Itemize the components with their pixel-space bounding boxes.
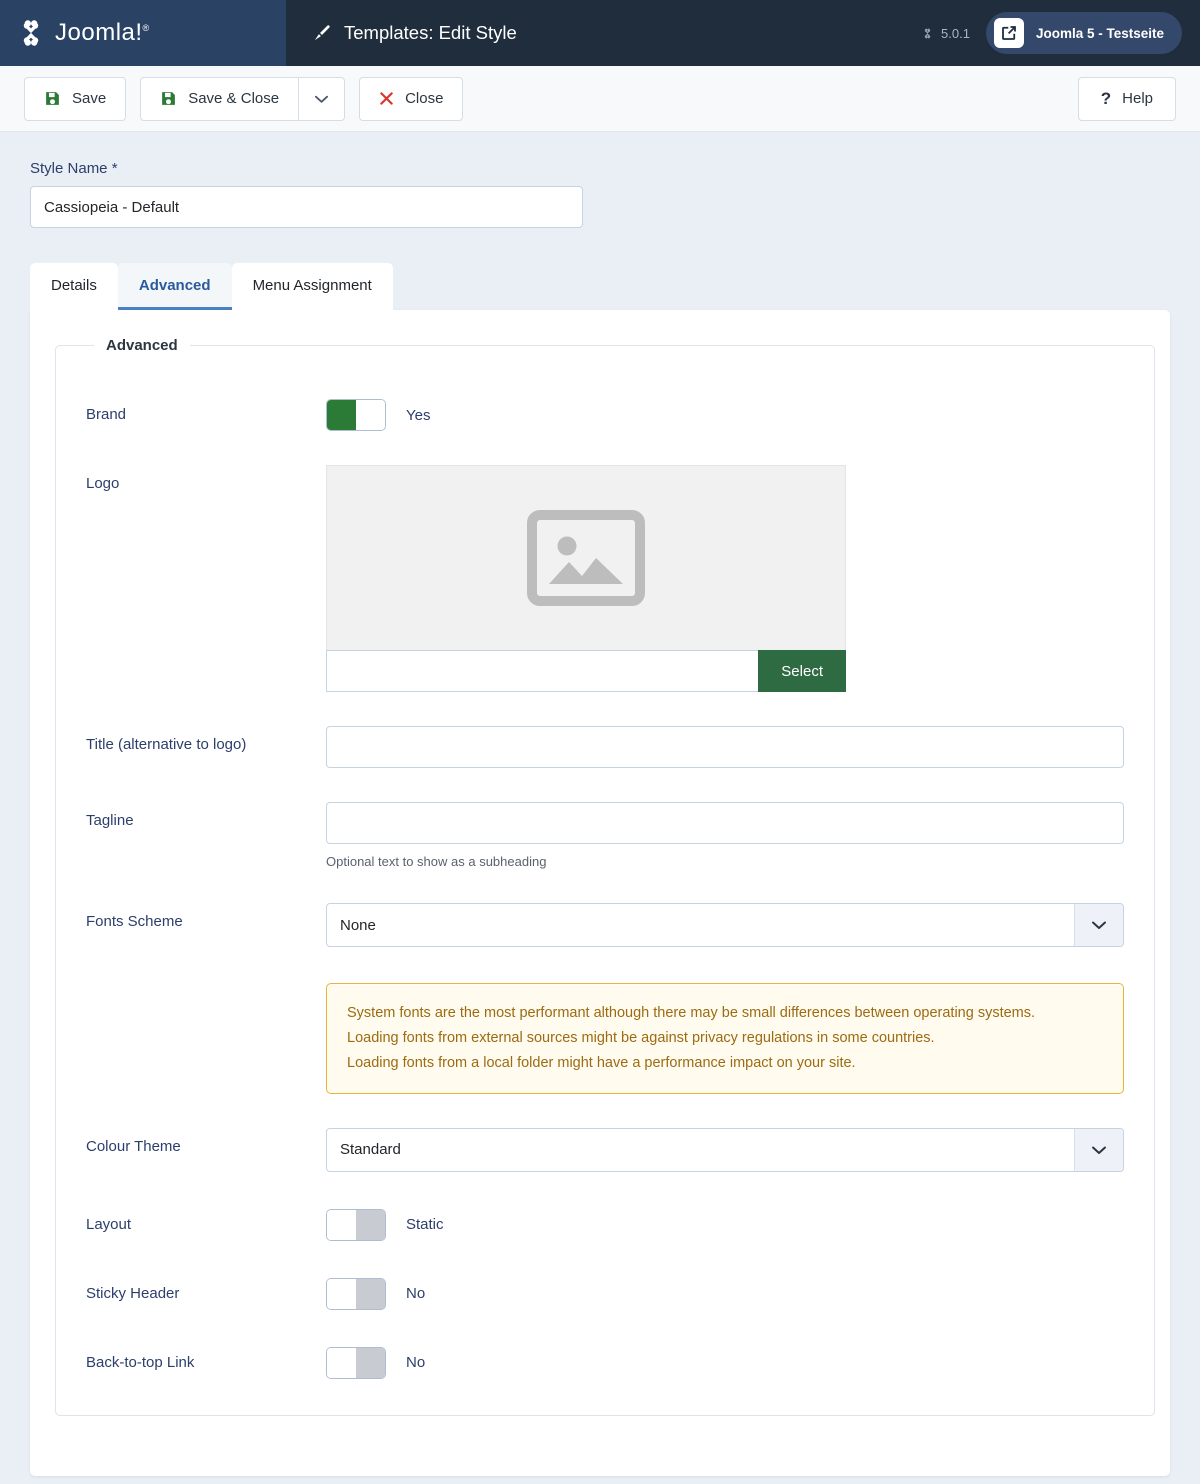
registered-mark: ® [142, 23, 150, 33]
fonts-scheme-label: Fonts Scheme [86, 913, 183, 930]
fonts-scheme-select-wrap: None [326, 903, 1124, 947]
tab-bar: Details Advanced Menu Assignment [30, 263, 1170, 310]
page-body: Style Name * Details Advanced Menu Assig… [0, 132, 1200, 1476]
save-and-close-label: Save & Close [188, 90, 280, 107]
image-placeholder-icon [527, 510, 645, 606]
fonts-scheme-select[interactable]: None [326, 903, 1124, 947]
brand-logo-text: Joomla!® [55, 19, 150, 47]
logo-path-input[interactable] [326, 650, 759, 692]
save-button-label: Save [72, 90, 107, 107]
tagline-label: Tagline [86, 812, 134, 829]
logo-preview-box[interactable] [326, 465, 846, 650]
toggle-left-half [327, 1278, 356, 1309]
layout-toggle-value: Static [406, 1216, 444, 1234]
sticky-header-toggle-value: No [406, 1285, 426, 1303]
floppy-disk-icon [162, 92, 176, 105]
style-name-field-group: Style Name * [30, 132, 1170, 228]
colour-theme-select[interactable]: Standard [326, 1127, 1124, 1172]
back-to-top-label: Back-to-top Link [86, 1353, 195, 1371]
fonts-notice-line-1: System fonts are the most performant alt… [347, 1005, 1036, 1021]
tab-details[interactable]: Details [30, 263, 118, 310]
field-row-fonts-scheme: Fonts Scheme None System fonts are the m… [86, 903, 1124, 1094]
logo-input-row: Select [326, 650, 846, 692]
close-button-label: Close [405, 90, 444, 107]
field-row-back-to-top: Back-to-top Link No [86, 1344, 1124, 1379]
joomla-logo-icon [23, 20, 39, 46]
style-name-label: Style Name * [30, 160, 118, 177]
brand-logo-area[interactable]: Joomla!® [0, 0, 286, 66]
save-button[interactable]: Save [24, 76, 127, 121]
title-label: Title (alternative to logo) [86, 736, 247, 753]
colour-theme-select-wrap: Standard [326, 1127, 1124, 1172]
field-row-title: Title (alternative to logo) [86, 726, 1124, 768]
sticky-header-switcher-group: No [326, 1275, 1124, 1310]
back-to-top-toggle-value: No [406, 1354, 426, 1372]
brand-toggle-value: Yes [406, 406, 431, 424]
page-title-text: Templates: Edit Style [344, 22, 517, 43]
field-row-colour-theme: Colour Theme Standard [86, 1127, 1124, 1172]
style-name-input[interactable] [30, 186, 583, 228]
toggle-right-half [356, 400, 385, 430]
sticky-header-toggle[interactable] [326, 1277, 386, 1310]
colour-theme-label: Colour Theme [86, 1137, 181, 1155]
floppy-disk-icon [46, 92, 59, 105]
tab-menu-assignment[interactable]: Menu Assignment [231, 263, 393, 310]
toggle-left-half [327, 1347, 356, 1378]
page-title: Templates: Edit Style [312, 22, 517, 44]
title-input[interactable] [326, 726, 1124, 768]
fonts-notice-line-3: Loading fonts from a local folder might … [347, 1054, 856, 1071]
tagline-input[interactable] [326, 802, 1124, 844]
toggle-right-half [356, 1278, 385, 1309]
header-main: Templates: Edit Style 5.0.1 Joomla 5 - T… [286, 0, 1200, 66]
toggle-right-half [356, 1209, 385, 1240]
brand-name: Joomla! [55, 19, 143, 46]
logo-label: Logo [86, 475, 120, 492]
chevron-down-icon [315, 95, 329, 103]
version-number: 5.0.1 [941, 25, 970, 41]
layout-switcher-group: Static [326, 1206, 1124, 1241]
fonts-notice-alert: System fonts are the most performant alt… [326, 983, 1124, 1094]
brand-label: Brand [86, 406, 127, 423]
tab-advanced[interactable]: Advanced [117, 263, 232, 310]
help-button-label: Help [1122, 90, 1153, 107]
back-to-top-toggle[interactable] [326, 1346, 386, 1379]
close-button[interactable]: Close [359, 76, 464, 121]
joomla-icon [924, 28, 931, 38]
toggle-right-half [356, 1347, 385, 1378]
advanced-fieldset: Advanced Brand Yes Logo Select Title (al… [55, 337, 1155, 1416]
advanced-fieldset-legend: Advanced [106, 337, 178, 354]
editor-toolbar: Save Save & Close Close ? Help [0, 66, 1200, 132]
logo-select-button[interactable]: Select [758, 650, 846, 692]
toggle-left-half [327, 1209, 356, 1240]
brand-switcher-group: Yes [326, 396, 1124, 431]
tab-panel-advanced: Advanced Brand Yes Logo Select Title (al… [30, 310, 1170, 1476]
paintbrush-icon [314, 25, 330, 41]
layout-label: Layout [86, 1215, 132, 1233]
tagline-help-text: Optional text to show as a subheading [326, 854, 547, 869]
question-mark-icon: ? [1100, 88, 1112, 108]
save-options-dropdown-button[interactable] [298, 76, 346, 121]
version-badge: 5.0.1 [921, 26, 970, 41]
field-row-brand: Brand Yes [86, 396, 1124, 431]
help-button[interactable]: ? Help [1077, 76, 1176, 121]
save-close-group: Save & Close [140, 76, 346, 121]
brand-toggle[interactable] [326, 399, 386, 431]
x-icon [380, 92, 393, 105]
toggle-left-half [327, 400, 356, 430]
site-name-label: Joomla 5 - Testseite [1035, 25, 1164, 41]
fonts-notice-line-2: Loading fonts from external sources migh… [347, 1029, 935, 1046]
admin-header: Joomla!® Templates: Edit Style 5.0.1 Joo… [0, 0, 1200, 66]
sticky-header-label: Sticky Header [86, 1284, 180, 1302]
back-to-top-switcher-group: No [326, 1344, 1124, 1379]
external-link-icon [993, 18, 1024, 48]
field-row-sticky-header: Sticky Header No [86, 1275, 1124, 1310]
header-actions: 5.0.1 Joomla 5 - Testseite [921, 12, 1182, 54]
field-row-tagline: Tagline Optional text to show as a subhe… [86, 802, 1124, 869]
field-row-layout: Layout Static [86, 1206, 1124, 1241]
field-row-logo: Logo Select [86, 465, 1124, 692]
save-and-close-button[interactable]: Save & Close [140, 76, 300, 121]
layout-toggle[interactable] [326, 1208, 386, 1241]
visit-site-button[interactable]: Joomla 5 - Testseite [985, 12, 1182, 54]
